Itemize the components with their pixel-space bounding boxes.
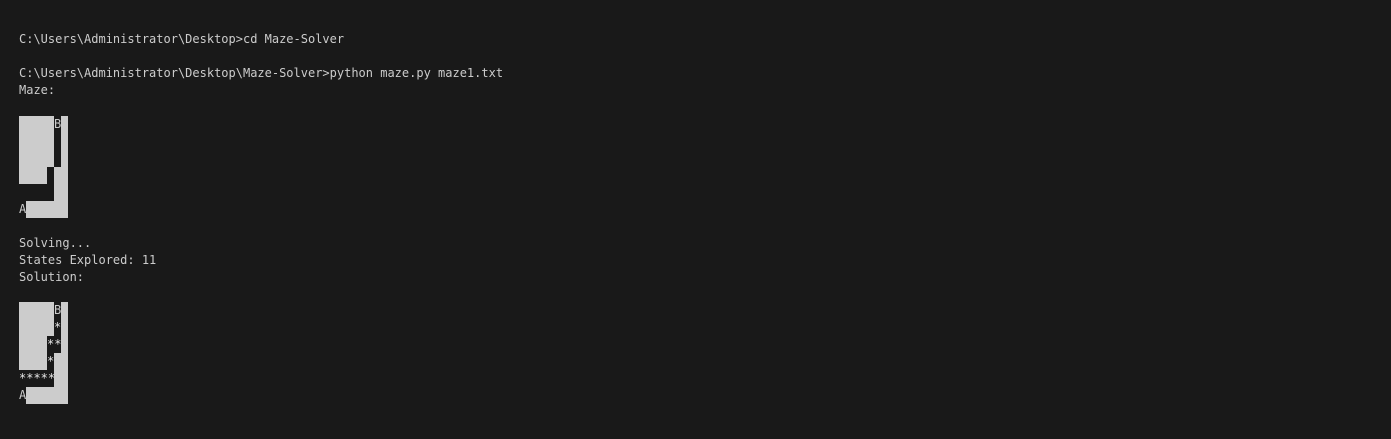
solution-path-segment: ***** [19, 371, 56, 385]
maze-wall [61, 116, 68, 167]
solution-wall [19, 336, 47, 370]
solution-label: Solution: [19, 270, 85, 284]
maze-grid: B A [19, 116, 68, 218]
solution-path-segment: * [54, 320, 62, 334]
solving-line: Solving... [19, 236, 92, 250]
solution-wall [54, 370, 68, 387]
solution-start-marker: A [19, 388, 27, 402]
maze-goal-marker: B [54, 117, 62, 131]
solution-wall [54, 353, 68, 370]
command-line-python: C:\Users\Administrator\Desktop\Maze-Solv… [19, 66, 504, 80]
solution-wall [19, 319, 54, 336]
terminal-window[interactable]: C:\Users\Administrator\Desktop>cd Maze-S… [0, 0, 1391, 439]
states-explored-line: States Explored: 11 [19, 253, 157, 267]
solution-path-segment: * [47, 354, 55, 368]
solution-grid: B * ** * ***** A [19, 302, 68, 404]
solution-wall [26, 387, 68, 404]
command-line-cd: C:\Users\Administrator\Desktop>cd Maze-S… [19, 32, 345, 46]
solution-path-segment: ** [47, 337, 62, 351]
maze-start-marker: A [19, 202, 27, 216]
maze-label: Maze: [19, 83, 56, 97]
maze-wall [54, 184, 68, 201]
solution-wall [19, 302, 54, 319]
maze-wall [54, 167, 68, 184]
maze-wall [19, 167, 47, 184]
maze-wall [26, 201, 68, 218]
maze-wall [19, 116, 54, 167]
solution-goal-marker: B [54, 303, 62, 317]
